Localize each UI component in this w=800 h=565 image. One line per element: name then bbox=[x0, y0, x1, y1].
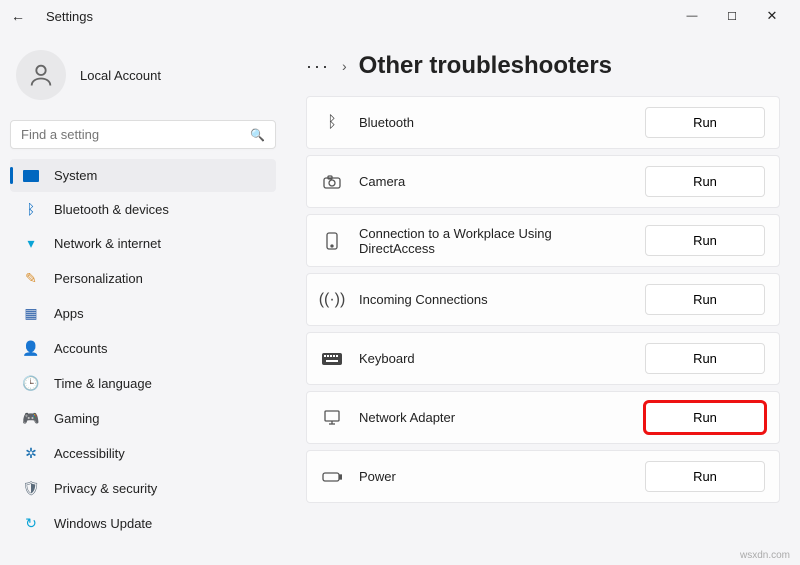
sidebar-item-label: Accessibility bbox=[54, 446, 125, 461]
personalization-icon: ✎ bbox=[22, 270, 40, 287]
troubleshooter-incoming: ((·)) Incoming Connections Run bbox=[306, 273, 780, 326]
sidebar-item-privacy[interactable]: 🛡 Privacy & security bbox=[10, 471, 276, 506]
breadcrumb-overflow[interactable]: ··· bbox=[306, 56, 330, 77]
keyboard-icon bbox=[321, 353, 343, 365]
sidebar-item-label: Windows Update bbox=[54, 516, 152, 531]
troubleshooter-label: Bluetooth bbox=[359, 115, 629, 130]
troubleshooter-camera: Camera Run bbox=[306, 155, 780, 208]
run-button-network-adapter[interactable]: Run bbox=[645, 402, 765, 433]
avatar bbox=[16, 50, 66, 100]
page-title: Other troubleshooters bbox=[359, 52, 612, 80]
camera-icon bbox=[321, 175, 343, 189]
main-content: ··· › Other troubleshooters ᛒ Bluetooth Ru… bbox=[286, 32, 800, 565]
incoming-icon: ((·)) bbox=[321, 291, 343, 309]
sidebar-item-windowsupdate[interactable]: ↻ Windows Update bbox=[10, 506, 276, 541]
run-button-incoming[interactable]: Run bbox=[645, 284, 765, 315]
run-button-power[interactable]: Run bbox=[645, 461, 765, 492]
troubleshooter-label: Connection to a Workplace Using DirectAc… bbox=[359, 226, 629, 256]
chevron-right-icon: › bbox=[342, 58, 347, 74]
power-icon bbox=[321, 472, 343, 482]
sidebar-item-label: Time & language bbox=[54, 376, 152, 391]
minimize-button[interactable]: — bbox=[672, 0, 712, 32]
bluetooth-icon: ᛒ bbox=[22, 201, 40, 217]
troubleshooter-bluetooth: ᛒ Bluetooth Run bbox=[306, 96, 780, 149]
sidebar-item-label: Apps bbox=[54, 306, 84, 321]
privacy-icon: 🛡 bbox=[22, 480, 40, 497]
nav-list: System ᛒ Bluetooth & devices ▾ Network & int… bbox=[10, 159, 276, 541]
sidebar-item-label: Gaming bbox=[54, 411, 100, 426]
sidebar-item-label: Accounts bbox=[54, 341, 107, 356]
sidebar-item-bluetooth[interactable]: ᛒ Bluetooth & devices bbox=[10, 192, 276, 226]
window-title: Settings bbox=[46, 9, 93, 24]
troubleshooter-keyboard: Keyboard Run bbox=[306, 332, 780, 385]
sidebar-item-label: System bbox=[54, 168, 97, 183]
apps-icon: ▦ bbox=[22, 305, 40, 322]
troubleshooter-power: Power Run bbox=[306, 450, 780, 503]
sidebar-item-personalization[interactable]: ✎ Personalization bbox=[10, 261, 276, 296]
bluetooth-icon: ᛒ bbox=[321, 114, 343, 132]
troubleshooter-label: Network Adapter bbox=[359, 410, 629, 425]
run-button-camera[interactable]: Run bbox=[645, 166, 765, 197]
directaccess-icon bbox=[321, 232, 343, 250]
run-button-keyboard[interactable]: Run bbox=[645, 343, 765, 374]
account-name: Local Account bbox=[80, 68, 161, 83]
troubleshooter-directaccess: Connection to a Workplace Using DirectAc… bbox=[306, 214, 780, 267]
breadcrumb: ··· › Other troubleshooters bbox=[306, 42, 780, 96]
titlebar: ← Settings — ☐ ✕ bbox=[0, 0, 800, 32]
windowsupdate-icon: ↻ bbox=[22, 515, 40, 532]
sidebar-item-gaming[interactable]: 🎮 Gaming bbox=[10, 401, 276, 436]
window-controls: — ☐ ✕ bbox=[672, 0, 792, 32]
sidebar-item-label: Personalization bbox=[54, 271, 143, 286]
network-adapter-icon bbox=[321, 410, 343, 426]
run-button-bluetooth[interactable]: Run bbox=[645, 107, 765, 138]
sidebar-item-label: Network & internet bbox=[54, 236, 161, 251]
sidebar-item-label: Privacy & security bbox=[54, 481, 157, 496]
accessibility-icon: ✲ bbox=[22, 445, 40, 462]
maximize-button[interactable]: ☐ bbox=[712, 0, 752, 32]
search-input[interactable] bbox=[21, 127, 250, 142]
time-icon: 🕒 bbox=[22, 375, 40, 392]
troubleshooter-network-adapter: Network Adapter Run bbox=[306, 391, 780, 444]
sidebar-item-network[interactable]: ▾ Network & internet bbox=[10, 226, 276, 261]
run-button-directaccess[interactable]: Run bbox=[645, 225, 765, 256]
watermark: wsxdn.com bbox=[740, 550, 790, 561]
search-icon: 🔍 bbox=[250, 128, 265, 142]
sidebar-item-system[interactable]: System bbox=[10, 159, 276, 192]
sidebar-item-apps[interactable]: ▦ Apps bbox=[10, 296, 276, 331]
close-button[interactable]: ✕ bbox=[752, 0, 792, 32]
sidebar-item-accessibility[interactable]: ✲ Accessibility bbox=[10, 436, 276, 471]
troubleshooter-label: Incoming Connections bbox=[359, 292, 629, 307]
troubleshooter-label: Keyboard bbox=[359, 351, 629, 366]
gaming-icon: 🎮 bbox=[22, 410, 40, 427]
troubleshooter-list: ᛒ Bluetooth Run Camera Run Connection to a Wo… bbox=[306, 96, 780, 503]
troubleshooter-label: Power bbox=[359, 469, 629, 484]
troubleshooter-label: Camera bbox=[359, 174, 629, 189]
person-icon bbox=[27, 61, 55, 89]
sidebar-item-time[interactable]: 🕒 Time & language bbox=[10, 366, 276, 401]
system-icon bbox=[22, 170, 40, 182]
sidebar-item-label: Bluetooth & devices bbox=[54, 202, 169, 217]
account-header[interactable]: Local Account bbox=[10, 40, 276, 120]
network-icon: ▾ bbox=[22, 235, 40, 252]
back-button[interactable]: ← bbox=[8, 8, 28, 24]
sidebar-item-accounts[interactable]: 👤 Accounts bbox=[10, 331, 276, 366]
accounts-icon: 👤 bbox=[22, 340, 40, 357]
sidebar: Local Account 🔍 System ᛒ Bluetooth & devic… bbox=[0, 32, 286, 565]
search-box[interactable]: 🔍 bbox=[10, 120, 276, 149]
